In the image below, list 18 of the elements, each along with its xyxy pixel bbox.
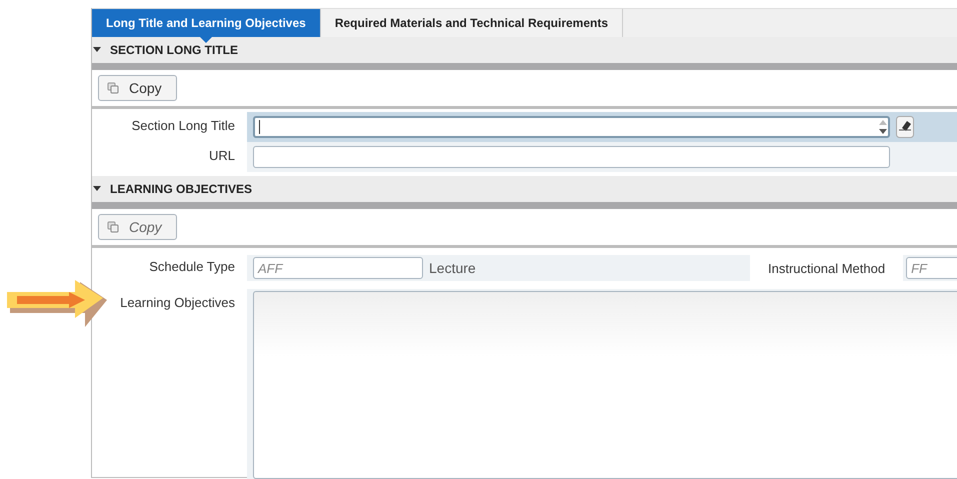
schedule-description: Lecture	[429, 260, 476, 276]
field-label: URL	[208, 147, 236, 165]
field-label: Learning Objectives	[119, 294, 236, 312]
field-label: Instructional Method	[767, 260, 886, 276]
copy-icon	[107, 221, 119, 233]
section-title: SECTION LONG TITLE	[110, 43, 238, 57]
collapse-triangle-icon[interactable]	[92, 185, 102, 193]
collapse-triangle-icon[interactable]	[92, 46, 102, 54]
text-field[interactable]	[253, 146, 890, 168]
instructional-method-field[interactable]: FF	[906, 257, 957, 279]
field-label: Schedule Type	[148, 258, 236, 276]
eraser-icon[interactable]	[896, 116, 914, 138]
schedule-type-field[interactable]: AFF	[253, 257, 423, 279]
copy-icon	[107, 82, 119, 94]
field-label: Section Long Title	[130, 117, 236, 135]
copy-button[interactable]: Copy	[98, 75, 177, 101]
text-field[interactable]	[253, 116, 890, 138]
section-title: LEARNING OBJECTIVES	[110, 182, 252, 196]
